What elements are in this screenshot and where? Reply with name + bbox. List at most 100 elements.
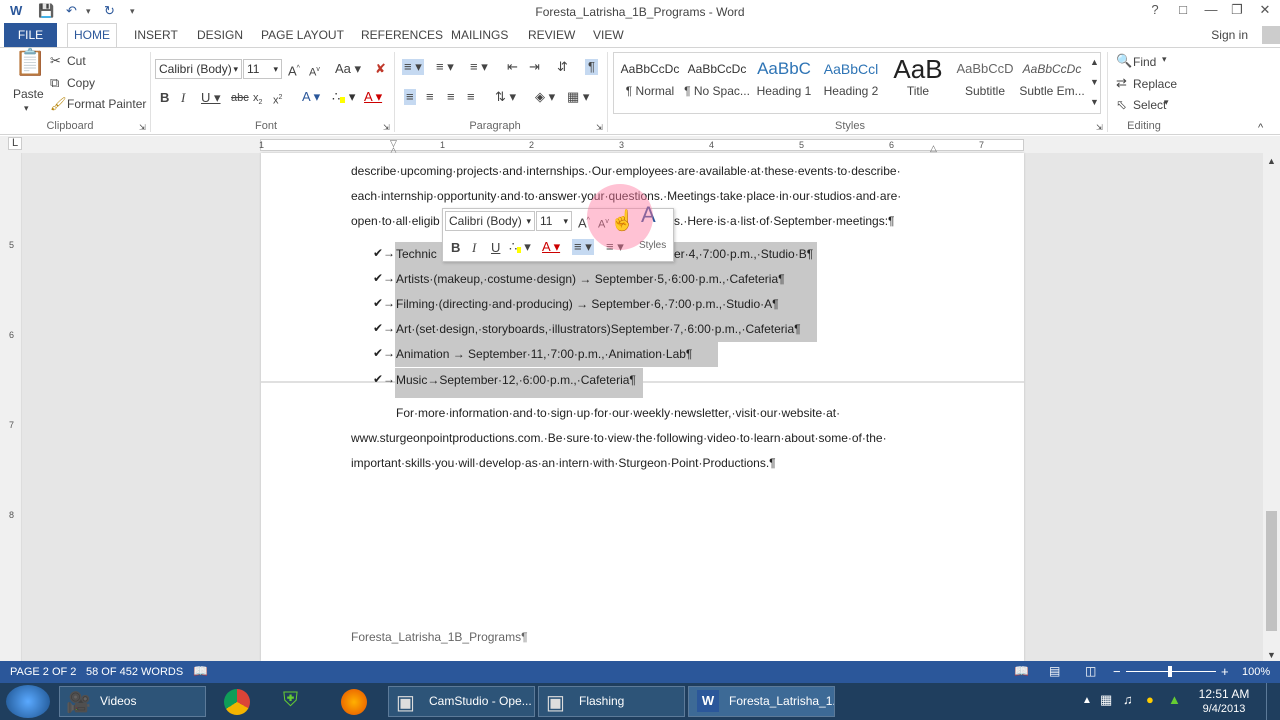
select-dropdown-icon[interactable]: ▾ <box>1164 97 1169 108</box>
help-button[interactable]: ? <box>1142 2 1168 20</box>
print-layout-icon[interactable]: ▤ <box>1049 664 1060 678</box>
vertical-scrollbar[interactable]: ▲ ▼ <box>1263 153 1280 661</box>
subscript-icon[interactable]: x2 <box>253 90 262 111</box>
text-line[interactable]: www.sturgeonpointproductions.com.·Be·sur… <box>351 431 887 445</box>
bullet-item[interactable]: Animation → September·11,·7:00·p.m.,·Ani… <box>396 347 692 361</box>
bullet-item[interactable]: Music→September·12,·6:00·p.m.,·Cafeteria… <box>396 373 636 387</box>
tab-references[interactable]: REFERENCES <box>361 28 443 42</box>
ribbon-display-icon[interactable]: □ <box>1170 2 1196 20</box>
styles-more-icon[interactable]: ▼ <box>1090 94 1099 110</box>
ruler-strip[interactable] <box>260 139 1024 151</box>
zoom-in-icon[interactable]: + <box>1221 664 1229 679</box>
borders-icon[interactable]: ▦ ▾ <box>567 89 589 105</box>
tab-view[interactable]: VIEW <box>593 28 624 42</box>
justify-icon[interactable]: ≡ <box>467 89 475 105</box>
mini-font-combo[interactable]: Calibri (Body) ▾ <box>445 211 535 231</box>
text-effects-icon[interactable]: A ▾ <box>302 89 320 105</box>
style-7[interactable]: AaBbCcDc Subtle Em... <box>1018 54 1086 108</box>
text-line[interactable]: describe·upcoming·projects·and·internshi… <box>351 164 901 178</box>
shrink-font-icon[interactable]: Av <box>309 62 320 81</box>
text-line[interactable]: For·more·information·and·to·sign·up·for·… <box>396 406 840 420</box>
web-layout-icon[interactable]: ◫ <box>1085 664 1096 678</box>
tab-page-layout[interactable]: PAGE LAYOUT <box>261 28 344 42</box>
decrease-indent-icon[interactable]: ⇤ <box>507 59 518 75</box>
clear-formatting-icon[interactable]: ✘ <box>375 61 386 77</box>
paste-icon[interactable]: 📋 <box>14 49 46 75</box>
tab-file[interactable]: FILE <box>4 23 57 47</box>
shield-icon[interactable]: ⛨ <box>283 689 298 712</box>
strikethrough-icon[interactable]: abc <box>231 90 249 106</box>
bullets-icon[interactable]: ≡ ▾ <box>402 59 424 75</box>
underline-icon[interactable]: U ▾ <box>201 90 221 106</box>
mini-underline-icon[interactable]: U <box>491 240 500 256</box>
word-count[interactable]: 58 OF 452 WORDS <box>86 666 183 678</box>
minimize-icon[interactable]: — <box>1198 2 1224 20</box>
line-spacing-icon[interactable]: ⇅ ▾ <box>495 89 516 105</box>
mini-font-color-icon[interactable]: A ▾ <box>542 239 560 255</box>
mini-bold-icon[interactable]: B <box>451 240 460 256</box>
zoom-slider-thumb[interactable] <box>1168 666 1172 677</box>
bullet-item[interactable]: Technic <box>396 247 437 261</box>
bullet-item[interactable]: Artists·(makeup,·costume·design) → Septe… <box>396 272 785 286</box>
font-color-icon[interactable]: A ▾ <box>364 89 382 105</box>
zoom-out-icon[interactable]: − <box>1113 664 1121 679</box>
styles-launcher-icon[interactable]: ⇲ <box>1096 120 1103 136</box>
style-2[interactable]: AaBbCcDc ¶ No Spac... <box>683 54 751 108</box>
tab-design[interactable]: DESIGN <box>197 28 243 42</box>
mini-size-combo[interactable]: 11 ▾ <box>536 211 572 231</box>
text-line[interactable]: open·to·all·eligib <box>351 214 440 228</box>
change-case-icon[interactable]: Aa ▾ <box>335 61 361 77</box>
page-count[interactable]: PAGE 2 OF 2 <box>10 666 76 678</box>
close-icon[interactable]: ✕ <box>1252 2 1278 20</box>
paste-button[interactable]: Paste <box>13 87 44 101</box>
tray-network-icon[interactable]: ▦ <box>1100 692 1112 708</box>
scroll-up-icon[interactable]: ▲ <box>1267 153 1276 169</box>
tab-home[interactable]: HOME <box>67 23 117 48</box>
format-painter-button[interactable]: Format Painter <box>67 97 146 111</box>
align-center-icon[interactable]: ≡ <box>426 89 434 105</box>
font-launcher-icon[interactable]: ⇲ <box>383 120 390 136</box>
tab-mailings[interactable]: MAILINGS <box>451 28 508 42</box>
text-line[interactable]: s.·Here·is·a·list·of·September·meetings:… <box>674 214 895 228</box>
bold-icon[interactable]: B <box>160 90 169 106</box>
mini-italic-icon[interactable]: I <box>472 240 476 256</box>
proofing-icon[interactable]: 📖 <box>193 664 208 678</box>
tab-review[interactable]: REVIEW <box>528 28 575 42</box>
mini-highlight-icon[interactable]: ∴ ▾ <box>509 239 531 258</box>
tab-insert[interactable]: INSERT <box>134 28 178 42</box>
tray-app-icon[interactable]: ● <box>1146 692 1154 707</box>
show-hide-marks-icon[interactable]: ¶ <box>585 59 598 75</box>
bullet-item-tail[interactable]: er·4,·7:00·p.m.,·Studio·B¶ <box>674 247 813 261</box>
style-3[interactable]: AaBbC Heading 1 <box>750 54 818 108</box>
replace-button[interactable]: Replace <box>1133 77 1177 91</box>
restore-icon[interactable]: ❐ <box>1224 2 1250 20</box>
italic-icon[interactable]: I <box>181 90 185 106</box>
font-size-combo[interactable]: 11 ▾ <box>243 59 282 79</box>
highlight-icon[interactable]: ∴ ▾ <box>332 89 355 108</box>
style-5[interactable]: AaB Title <box>884 54 952 108</box>
text-line[interactable]: important·skills·you·will·develop·as·an·… <box>351 456 776 470</box>
find-dropdown-icon[interactable]: ▾ <box>1162 54 1167 65</box>
scrollbar-thumb[interactable] <box>1266 511 1277 631</box>
align-left-icon[interactable]: ≡ <box>404 89 416 105</box>
numbering-icon[interactable]: ≡ ▾ <box>436 59 454 75</box>
account-avatar[interactable] <box>1262 26 1280 44</box>
clock-time[interactable]: 12:51 AM <box>1196 687 1252 701</box>
align-right-icon[interactable]: ≡ <box>447 89 455 105</box>
chrome-icon[interactable] <box>224 689 250 715</box>
tab-selector-icon[interactable]: L <box>8 137 22 150</box>
read-mode-icon[interactable]: 📖 <box>1014 664 1029 678</box>
footer-text[interactable]: Foresta_Latrisha_1B_Programs¶ <box>351 630 528 644</box>
show-desktop-button[interactable] <box>1266 683 1280 720</box>
zoom-level[interactable]: 100% <box>1242 666 1270 678</box>
copy-button[interactable]: Copy <box>67 76 95 90</box>
superscript-icon[interactable]: x2 <box>273 90 282 109</box>
start-button[interactable] <box>6 685 50 718</box>
paragraph-launcher-icon[interactable]: ⇲ <box>596 120 603 136</box>
tray-volume-icon[interactable]: ♫ <box>1123 692 1133 707</box>
styles-scroll-down-icon[interactable]: ▼ <box>1090 74 1099 90</box>
firefox-icon[interactable] <box>341 689 367 715</box>
shading-icon[interactable]: ◈ ▾ <box>535 89 555 105</box>
tray-drive-icon[interactable]: ▲ <box>1168 692 1181 707</box>
mini-bullets-icon[interactable]: ≡ ▾ <box>572 239 594 255</box>
